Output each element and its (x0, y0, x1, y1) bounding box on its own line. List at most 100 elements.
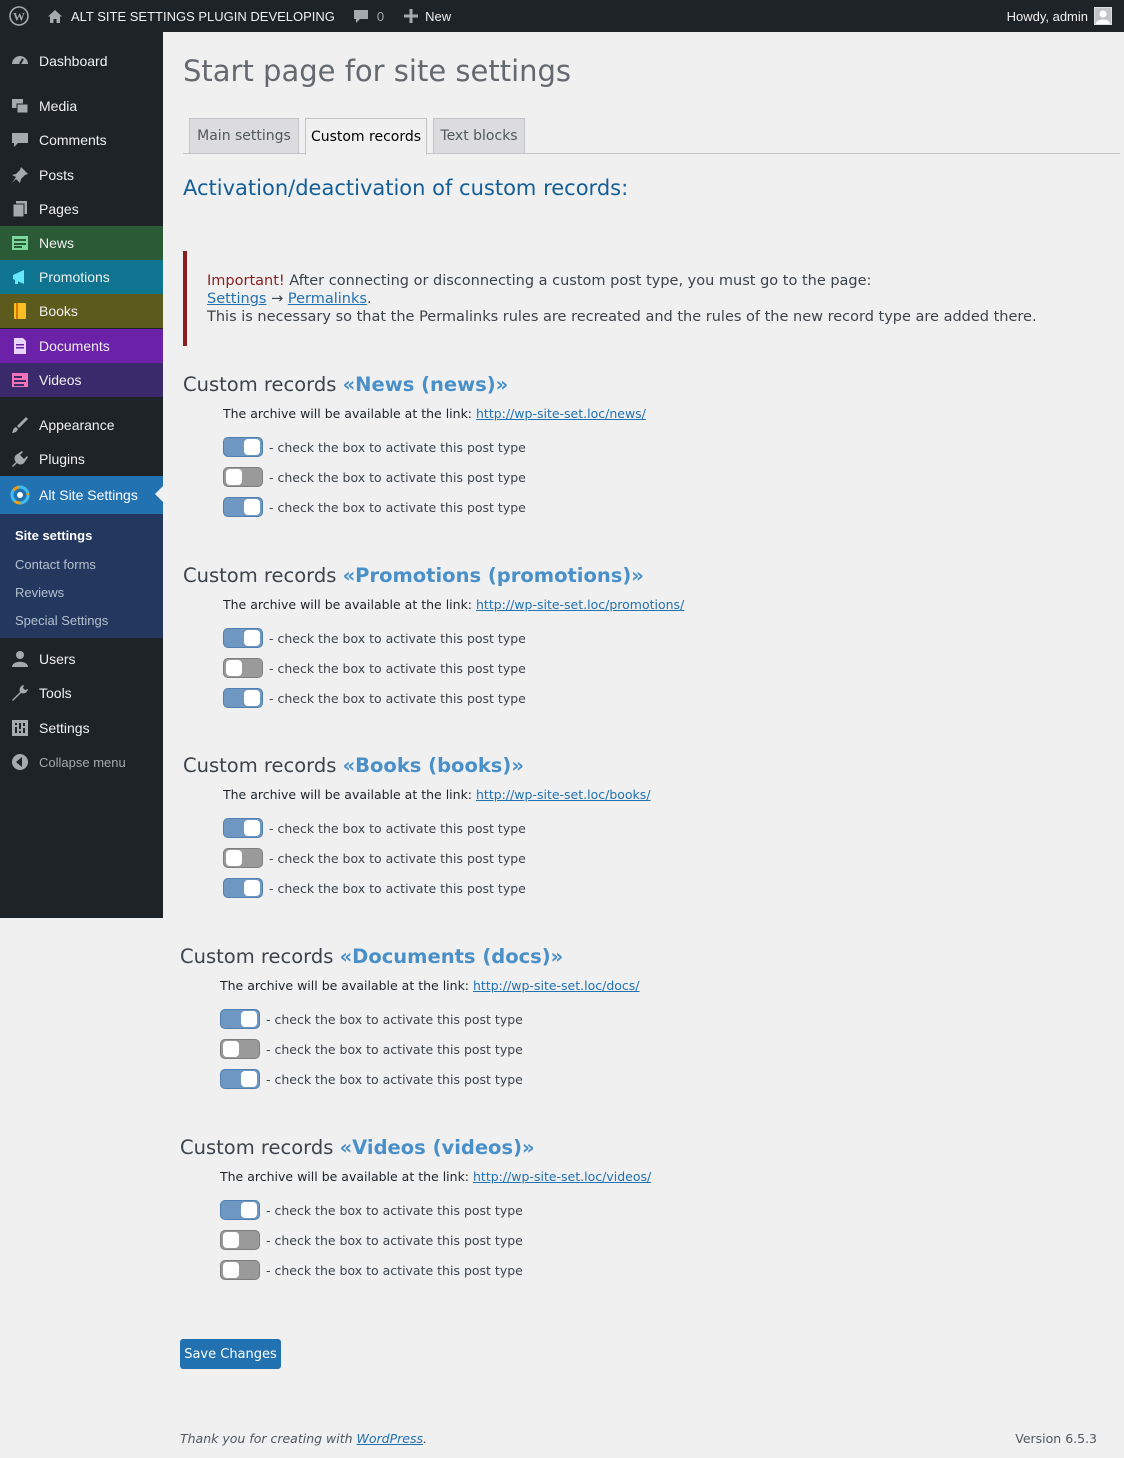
nav-tabs: Main settings Custom records Text blocks (183, 118, 1120, 155)
toggle-knob (223, 1041, 239, 1057)
submenu-item-contact-forms[interactable]: Contact forms (15, 557, 96, 572)
activate-toggle[interactable] (220, 1200, 260, 1220)
group-title-prefix: Custom records (180, 945, 340, 968)
submenu-item-special-settings[interactable]: Special Settings (15, 613, 108, 628)
archive-info: The archive will be available at the lin… (223, 787, 651, 802)
activate-toggle[interactable] (220, 1069, 260, 1089)
activate-toggle[interactable] (223, 628, 263, 648)
activate-toggle[interactable] (223, 658, 263, 678)
sidebar-item-posts[interactable]: Posts (0, 158, 163, 192)
users-icon (10, 649, 30, 669)
sidebar-item-tools[interactable]: Tools (0, 676, 163, 710)
account-menu[interactable]: Howdy, admin (999, 0, 1124, 32)
toggle-knob (241, 1202, 257, 1218)
sidebar-item-comments[interactable]: Comments (0, 123, 163, 157)
sidebar-item-alt-site-settings[interactable]: Alt Site Settings (0, 476, 163, 514)
sidebar-item-label: Appearance (39, 417, 115, 433)
archive-label: The archive will be available at the lin… (223, 787, 476, 802)
home-icon (47, 9, 63, 24)
toggle-knob (244, 630, 260, 646)
activate-toggle[interactable] (220, 1039, 260, 1059)
collapse-menu-button[interactable]: Collapse menu (0, 745, 163, 779)
group-title: Custom records «Videos (videos)» (180, 1136, 980, 1159)
activate-toggle[interactable] (223, 848, 263, 868)
sidebar-item-pages[interactable]: Pages (0, 192, 163, 226)
archive-info: The archive will be available at the lin… (223, 597, 684, 612)
archive-info: The archive will be available at the lin… (223, 406, 646, 421)
sidebar-item-media[interactable]: Media (0, 89, 163, 123)
sidebar-item-label: Tools (39, 685, 72, 701)
archive-link[interactable]: http://wp-site-set.loc/promotions/ (476, 597, 684, 612)
group-title-name: «Videos (videos)» (339, 1136, 535, 1159)
new-content-link[interactable]: New (392, 0, 459, 32)
sidebar-item-settings[interactable]: Settings (0, 711, 163, 745)
toggle-label: - check the box to activate this post ty… (269, 660, 526, 676)
tab-main-settings[interactable]: Main settings (189, 118, 299, 154)
alt-site-settings-submenu: Site settings Contact forms Reviews Special… (0, 514, 163, 638)
comments-link[interactable]: 0 (343, 0, 392, 32)
new-label: New (425, 8, 452, 24)
activate-toggle[interactable] (223, 818, 263, 838)
brush-icon (10, 415, 30, 435)
settings-link[interactable]: Settings (207, 291, 266, 307)
sidebar-item-news[interactable]: News (0, 226, 163, 260)
sidebar-item-label: Posts (39, 167, 75, 183)
permalinks-link[interactable]: Permalinks (288, 291, 367, 307)
pin-icon (10, 165, 30, 185)
activate-toggle[interactable] (220, 1260, 260, 1280)
toggle-knob (223, 1262, 239, 1278)
archive-link[interactable]: http://wp-site-set.loc/news/ (476, 406, 646, 421)
sidebar-item-label: Pages (39, 201, 79, 217)
sidebar-item-promotions[interactable]: Promotions (0, 260, 163, 294)
archive-link[interactable]: http://wp-site-set.loc/books/ (476, 787, 651, 802)
activate-toggle[interactable] (223, 497, 263, 517)
activate-toggle[interactable] (223, 878, 263, 898)
wordpress-link[interactable]: WordPress (357, 1431, 423, 1446)
activate-toggle[interactable] (223, 437, 263, 457)
sidebar-item-videos[interactable]: Videos (0, 363, 163, 397)
sidebar-item-users[interactable]: Users (0, 642, 163, 676)
sidebar-item-plugins[interactable]: Plugins (0, 442, 163, 476)
sidebar-item-documents[interactable]: Documents (0, 329, 163, 363)
toggle-label: - check the box to activate this post ty… (269, 880, 526, 896)
custom-record-group: Custom records «Books (books)» The archiv… (183, 754, 983, 898)
tab-text-blocks[interactable]: Text blocks (433, 118, 525, 154)
sidebar-item-appearance[interactable]: Appearance (0, 408, 163, 442)
toggle-knob (244, 439, 260, 455)
archive-label: The archive will be available at the lin… (220, 1169, 473, 1184)
submenu-item-site-settings[interactable]: Site settings (15, 528, 92, 543)
page-title: Start page for site settings (183, 54, 572, 88)
toggle-label: - check the box to activate this post ty… (269, 469, 526, 485)
wordpress-logo-icon[interactable]: W (0, 0, 39, 32)
toggle-row: - check the box to activate this post ty… (223, 688, 526, 708)
activate-toggle[interactable] (223, 688, 263, 708)
megaphone-icon (10, 267, 30, 287)
sidebar-item-books[interactable]: Books (0, 294, 163, 328)
save-changes-button[interactable]: Save Changes (180, 1339, 281, 1369)
archive-link[interactable]: http://wp-site-set.loc/videos/ (473, 1169, 651, 1184)
custom-record-group: Custom records «Promotions (promotions)»… (183, 564, 983, 708)
activate-toggle[interactable] (220, 1230, 260, 1250)
toggle-label: - check the box to activate this post ty… (266, 1202, 523, 1218)
activate-toggle[interactable] (223, 467, 263, 487)
group-title: Custom records «Books (books)» (183, 754, 983, 777)
notice-text-2: This is necessary so that the Permalinks… (207, 309, 1037, 325)
toggle-label: - check the box to activate this post ty… (266, 1011, 523, 1027)
footer-thanks-suffix: . (423, 1431, 427, 1446)
tab-custom-records[interactable]: Custom records (305, 118, 427, 155)
footer-thanks: Thank you for creating with WordPress. (180, 1431, 427, 1446)
toggle-label: - check the box to activate this post ty… (269, 499, 526, 515)
archive-link[interactable]: http://wp-site-set.loc/docs/ (473, 978, 640, 993)
site-name-link[interactable]: ALT SITE SETTINGS PLUGIN DEVELOPING (39, 0, 343, 32)
video-icon (10, 370, 30, 390)
submenu-item-reviews[interactable]: Reviews (15, 585, 64, 600)
sidebar-item-dashboard[interactable]: Dashboard (0, 44, 163, 78)
group-title-prefix: Custom records (183, 564, 343, 587)
group-title: Custom records «Documents (docs)» (180, 945, 980, 968)
custom-record-group: Custom records «Videos (videos)» The arch… (180, 1136, 980, 1280)
toggle-row: - check the box to activate this post ty… (220, 1069, 523, 1089)
news-icon (10, 233, 30, 253)
archive-label: The archive will be available at the lin… (223, 597, 476, 612)
activate-toggle[interactable] (220, 1009, 260, 1029)
pages-icon (10, 199, 30, 219)
